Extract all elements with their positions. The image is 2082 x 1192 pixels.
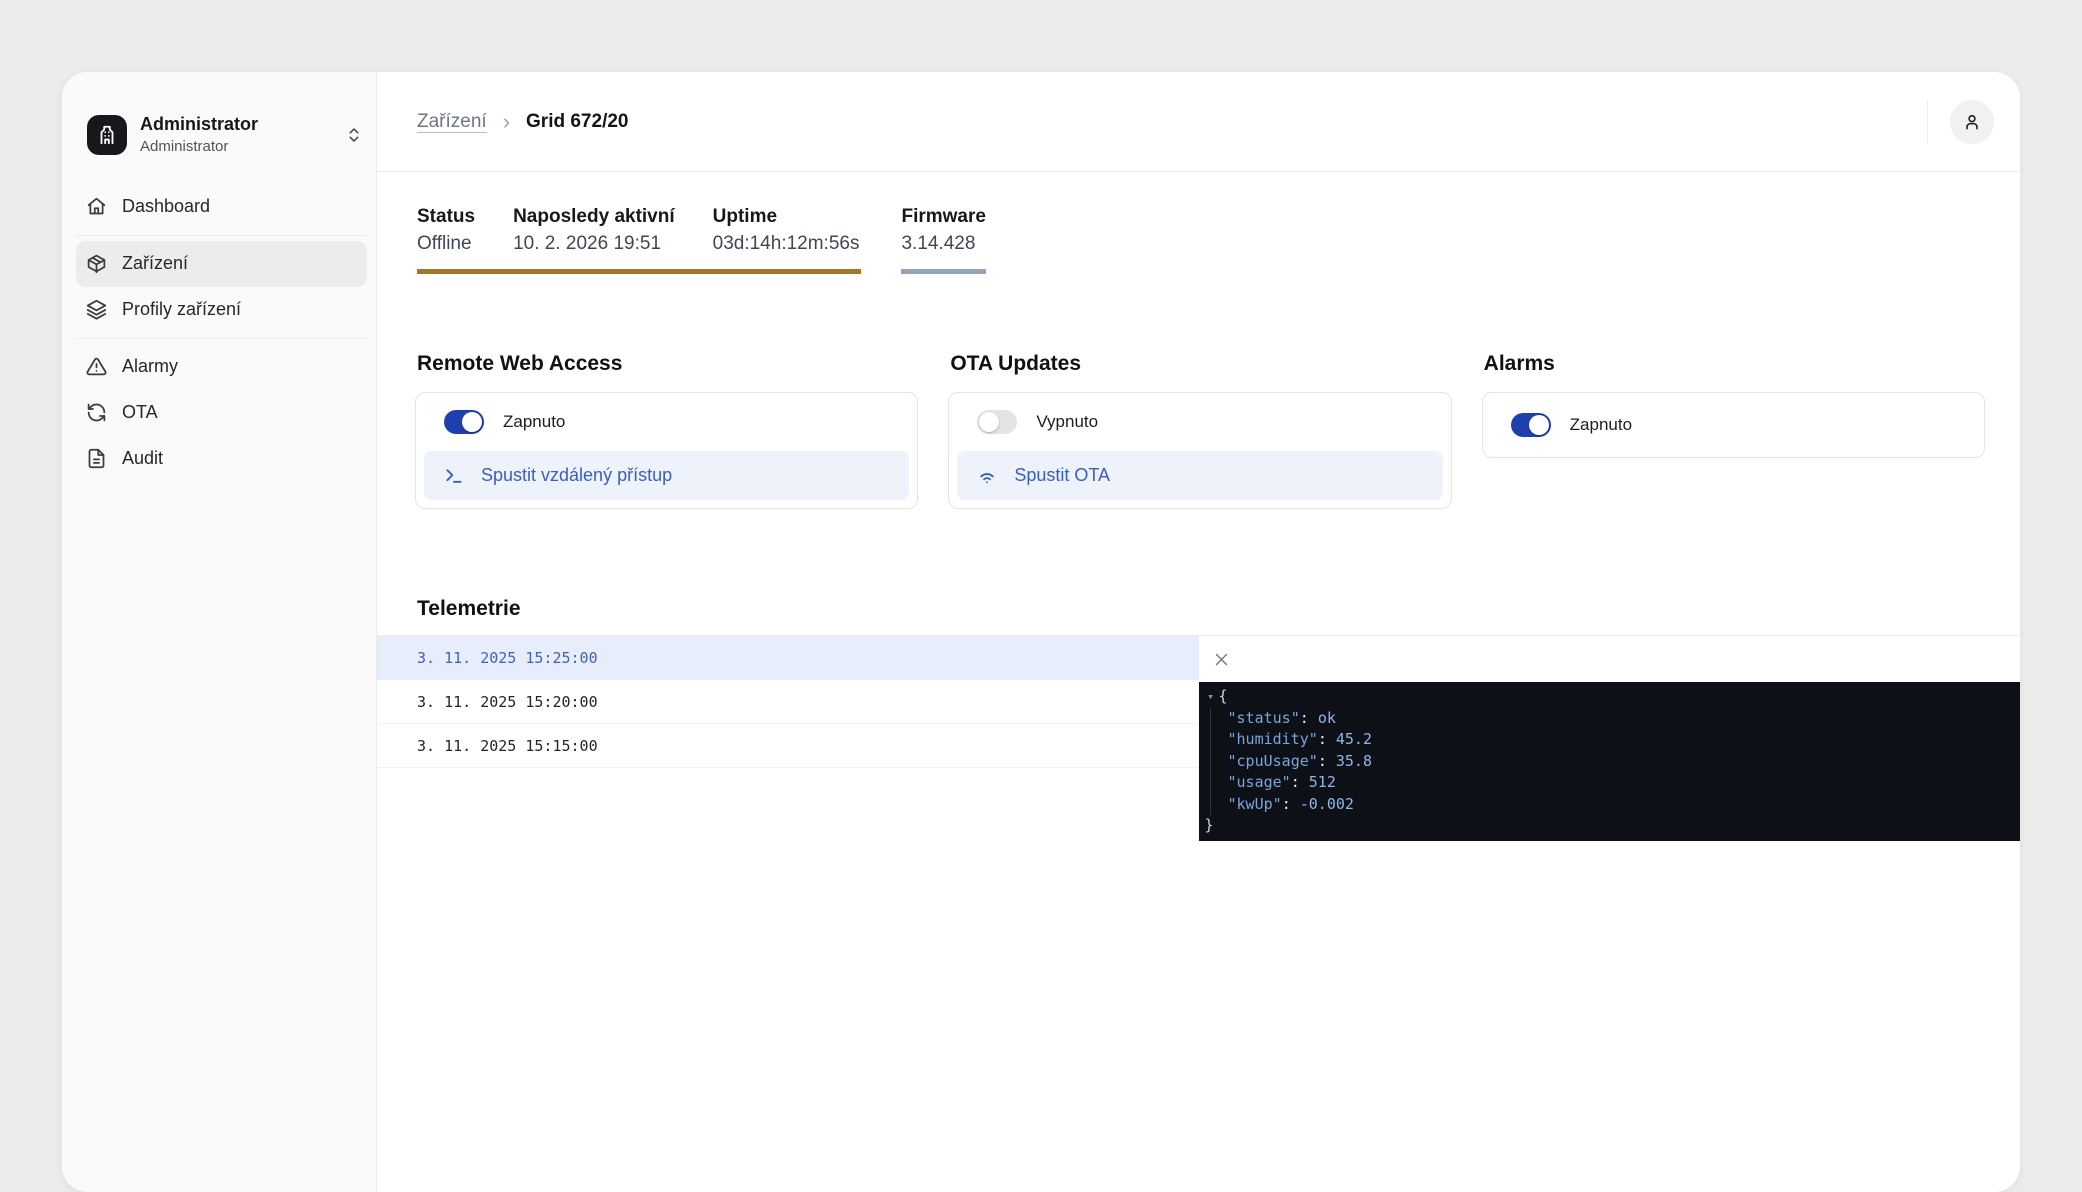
chevron-right-icon: ›: [503, 109, 510, 135]
telemetry-title: Telemetrie: [417, 597, 2020, 621]
file-text-icon: [86, 448, 107, 469]
remote-web-access-card: Zapnuto Spustit vzdálený přístup: [415, 392, 918, 509]
telemetry-detail: ▾ { "status": ok "humidity": 45.2 "cpuUs…: [1199, 636, 2021, 841]
wifi-icon: [977, 466, 997, 486]
stat-last-active: Naposledy aktivní 10. 2. 2026 19:51: [513, 206, 675, 255]
sidebar-item-label: Zařízení: [122, 253, 188, 274]
telemetry-row[interactable]: 3. 11. 2025 15:25:00: [377, 636, 1199, 680]
ota-updates-section: OTA Updates Vypnuto Spustit OTA: [948, 352, 1451, 509]
app-window: Administrator Administrator Dashboard Za…: [62, 72, 2020, 1192]
close-detail-button[interactable]: [1209, 647, 1234, 672]
alarms-toggle[interactable]: [1511, 413, 1551, 437]
topbar-divider: [1927, 100, 1928, 144]
sidebar-item-label: Dashboard: [122, 196, 210, 217]
close-icon: [1213, 651, 1230, 668]
json-entry: "status": ok: [1228, 708, 2011, 730]
telemetry-list: 3. 11. 2025 15:25:00 3. 11. 2025 15:20:0…: [377, 636, 1199, 768]
toggle-label: Zapnuto: [1570, 415, 1632, 435]
breadcrumb-parent-link[interactable]: Zařízení: [417, 111, 487, 133]
home-icon: [86, 196, 107, 217]
device-stats: Status Offline Naposledy aktivní 10. 2. …: [417, 206, 1980, 274]
building-icon: [96, 124, 118, 146]
main-area: Zařízení › Grid 672/20 Status Offline: [377, 72, 2020, 1192]
sidebar-item-label: OTA: [122, 402, 158, 423]
account-name: Administrator: [140, 114, 258, 136]
action-label: Spustit vzdálený přístup: [481, 465, 672, 486]
control-cards: Remote Web Access Zapnuto Spustit vzdále…: [415, 352, 1985, 509]
card-title: Alarms: [1484, 352, 1985, 376]
start-ota-button[interactable]: Spustit OTA: [957, 451, 1442, 500]
card-title: Remote Web Access: [417, 352, 918, 376]
json-entry: "cpuUsage": 35.8: [1228, 751, 2011, 773]
sidebar-item-alarmy[interactable]: Alarmy: [76, 344, 367, 390]
sidebar-item-zarizeni[interactable]: Zařízení: [76, 241, 367, 287]
org-avatar: [87, 115, 127, 155]
telemetry-row[interactable]: 3. 11. 2025 15:15:00: [377, 724, 1199, 768]
page-content: Status Offline Naposledy aktivní 10. 2. …: [377, 172, 2020, 1192]
sidebar-nav: Dashboard Zařízení Profily zařízení: [76, 184, 367, 482]
terminal-icon: [444, 466, 464, 486]
sidebar-item-label: Profily zařízení: [122, 299, 241, 320]
sidebar: Administrator Administrator Dashboard Za…: [62, 72, 377, 1192]
json-entry: "humidity": 45.2: [1228, 729, 2011, 751]
stat-firmware: Firmware 3.14.428: [901, 206, 985, 274]
toggle-label: Zapnuto: [503, 412, 565, 432]
breadcrumb-current: Grid 672/20: [526, 111, 628, 133]
account-role: Administrator: [140, 138, 258, 156]
ota-toggle[interactable]: [977, 410, 1017, 434]
user-menu-button[interactable]: [1950, 100, 1994, 144]
nav-divider: [76, 235, 367, 236]
telemetry-row[interactable]: 3. 11. 2025 15:20:00: [377, 680, 1199, 724]
start-remote-access-button[interactable]: Spustit vzdálený přístup: [424, 451, 909, 500]
chevrons-up-down-icon: [345, 126, 363, 144]
collapse-caret-icon[interactable]: ▾: [1203, 686, 1219, 708]
stat-uptime: Uptime 03d:14h:12m:56s: [713, 206, 860, 255]
sidebar-item-ota[interactable]: OTA: [76, 390, 367, 436]
card-title: OTA Updates: [950, 352, 1451, 376]
alarms-section: Alarms Zapnuto: [1482, 352, 1985, 458]
stat-status: Status Offline: [417, 206, 475, 255]
alarms-card: Zapnuto: [1482, 392, 1985, 458]
sidebar-item-audit[interactable]: Audit: [76, 436, 367, 482]
nav-divider: [76, 338, 367, 339]
json-viewer: ▾ { "status": ok "humidity": 45.2 "cpuUs…: [1199, 682, 2021, 841]
status-value: Offline: [417, 233, 475, 255]
alert-triangle-icon: [86, 356, 107, 377]
sidebar-item-label: Alarmy: [122, 356, 178, 377]
remote-web-access-section: Remote Web Access Zapnuto Spustit vzdále…: [415, 352, 918, 509]
topbar: Zařízení › Grid 672/20: [377, 72, 2020, 172]
sidebar-item-dashboard[interactable]: Dashboard: [76, 184, 367, 230]
layers-icon: [86, 299, 107, 320]
sidebar-item-label: Audit: [122, 448, 163, 469]
telemetry-panel: 3. 11. 2025 15:25:00 3. 11. 2025 15:20:0…: [377, 635, 2020, 841]
account-switcher[interactable]: Administrator Administrator: [76, 114, 367, 156]
json-entry: "kwUp": -0.002: [1228, 794, 2011, 816]
stats-group: Status Offline Naposledy aktivní 10. 2. …: [417, 206, 861, 274]
refresh-icon: [86, 402, 107, 423]
json-entry: "usage": 512: [1228, 772, 2011, 794]
toggle-label: Vypnuto: [1036, 412, 1098, 432]
sidebar-item-profily-zarizeni[interactable]: Profily zařízení: [76, 287, 367, 333]
package-icon: [86, 253, 107, 274]
remote-access-toggle[interactable]: [444, 410, 484, 434]
ota-updates-card: Vypnuto Spustit OTA: [948, 392, 1451, 509]
user-icon: [1962, 112, 1982, 132]
action-label: Spustit OTA: [1014, 465, 1110, 486]
